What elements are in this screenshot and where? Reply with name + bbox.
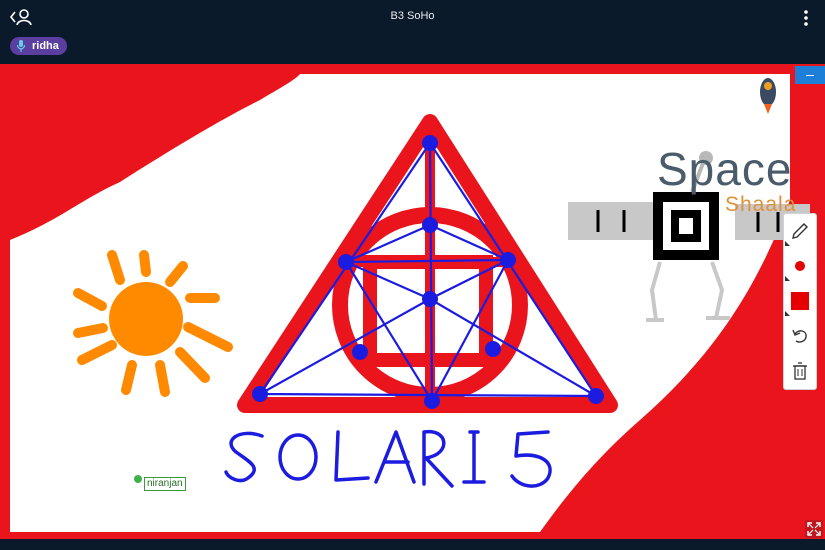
bottom-bar: [0, 539, 825, 550]
undo-tool[interactable]: [784, 319, 816, 353]
whiteboard-canvas[interactable]: Space Shaala niranjan: [0, 64, 825, 539]
expand-icon: [807, 522, 821, 536]
page-title: B3 SoHo: [390, 10, 435, 22]
remote-cursor-dot: [134, 475, 142, 483]
fill-color-tool[interactable]: [784, 284, 816, 318]
fullscreen-button[interactable]: [805, 520, 823, 538]
delete-tool[interactable]: [784, 354, 816, 388]
trash-icon: [793, 362, 807, 380]
dot-color-tool[interactable]: [784, 249, 816, 283]
remote-cursor-label: niranjan: [144, 477, 186, 491]
participant-badge[interactable]: ridha: [10, 37, 67, 55]
drawing-toolbar: [783, 213, 817, 390]
participant-name: ridha: [32, 40, 59, 52]
pencil-icon: [792, 223, 808, 239]
undo-icon: [792, 329, 807, 343]
logo-space-text: Space: [657, 143, 793, 195]
fill-color-icon: [791, 292, 809, 310]
mic-icon: [16, 40, 26, 52]
more-options-button[interactable]: [801, 8, 811, 28]
whiteboard-drawing: [10, 74, 810, 532]
minus-icon: –: [806, 66, 814, 82]
minimize-button[interactable]: –: [795, 66, 825, 84]
top-bar: B3 SoHo ridha: [0, 0, 825, 64]
pencil-tool[interactable]: [784, 214, 816, 248]
more-vertical-icon: [804, 10, 808, 26]
dot-color-icon: [795, 261, 805, 271]
